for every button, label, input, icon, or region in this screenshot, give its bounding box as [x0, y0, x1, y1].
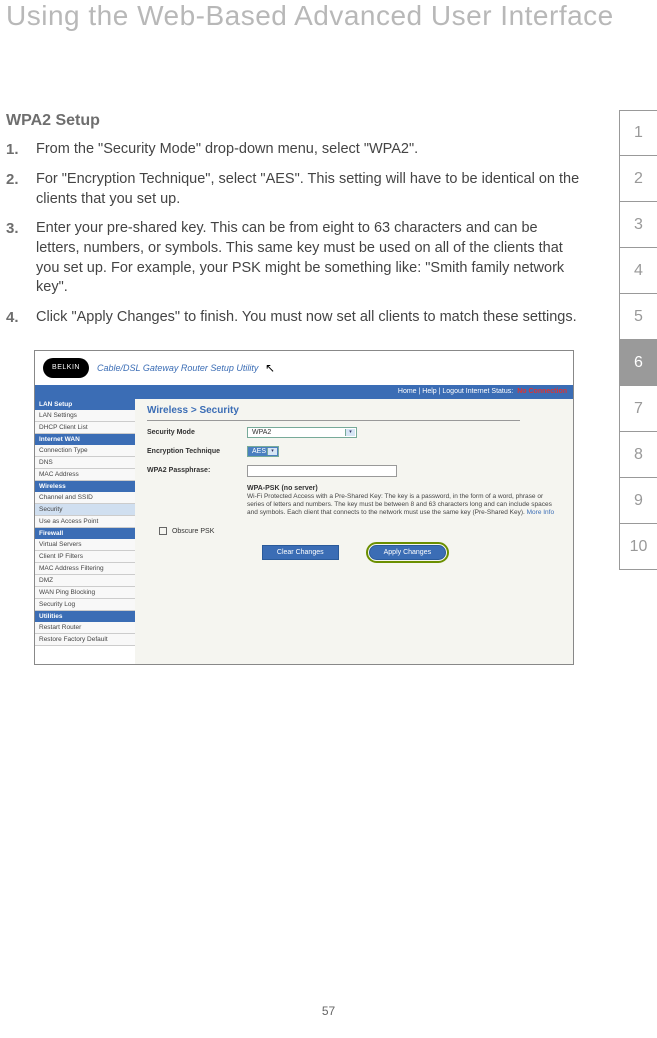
section-heading: WPA2 Setup [6, 112, 581, 130]
passphrase-input[interactable] [247, 465, 397, 477]
sb-item-security[interactable]: Security [35, 504, 135, 516]
apply-changes-button[interactable]: Apply Changes [369, 545, 446, 560]
content-area: WPA2 Setup 1. From the "Security Mode" d… [6, 112, 581, 665]
step-number: 1. [6, 140, 36, 160]
step-number: 2. [6, 170, 36, 209]
divider [147, 420, 520, 421]
sb-item[interactable]: Restart Router [35, 622, 135, 634]
chevron-down-icon: ▾ [345, 429, 355, 436]
sb-section-firewall: Firewall [35, 528, 135, 539]
clear-changes-button[interactable]: Clear Changes [262, 545, 339, 560]
sb-item[interactable]: DMZ [35, 575, 135, 587]
step-text: For "Encryption Technique", select "AES"… [36, 170, 581, 209]
sb-item[interactable]: MAC Address Filtering [35, 563, 135, 575]
step-number: 3. [6, 219, 36, 297]
tab-7[interactable]: 7 [619, 386, 657, 432]
sb-item[interactable]: Channel and SSID [35, 492, 135, 504]
tab-10[interactable]: 10 [619, 524, 657, 570]
step-text: From the "Security Mode" drop-down menu,… [36, 140, 581, 160]
obscure-psk-row: Obscure PSK [159, 527, 561, 535]
sb-item[interactable]: Client IP Filters [35, 551, 135, 563]
shot-topbar: Home | Help | Logout Internet Status: No… [35, 385, 573, 399]
chevron-down-icon: ▾ [267, 448, 277, 455]
sb-section-utilities: Utilities [35, 611, 135, 622]
obscure-checkbox[interactable] [159, 527, 167, 535]
security-mode-value: WPA2 [252, 429, 271, 436]
desc-body: Wi-Fi Protected Access with a Pre-Shared… [247, 493, 552, 516]
sb-section-wan: Internet WAN [35, 434, 135, 445]
encryption-label: Encryption Technique [147, 448, 247, 455]
internet-status: No Connection [517, 388, 567, 395]
sb-item[interactable]: WAN Ping Blocking [35, 587, 135, 599]
step-text: Click "Apply Changes" to finish. You mus… [36, 308, 581, 328]
encryption-select[interactable]: AES ▾ [247, 446, 279, 457]
wpa-description: WPA-PSK (no server) Wi-Fi Protected Acce… [247, 485, 561, 517]
step-number: 4. [6, 308, 36, 328]
sb-section-wireless: Wireless [35, 481, 135, 492]
sb-item[interactable]: LAN Settings [35, 410, 135, 422]
tab-5[interactable]: 5 [619, 294, 657, 340]
shot-header-text: Cable/DSL Gateway Router Setup Utility [97, 363, 258, 373]
cursor-icon: ↖ [265, 361, 275, 375]
sb-item[interactable]: DNS [35, 457, 135, 469]
sb-section-lan: LAN Setup [35, 399, 135, 410]
step-4: 4. Click "Apply Changes" to finish. You … [6, 308, 581, 328]
page-title: Using the Web-Based Advanced User Interf… [0, 0, 614, 32]
desc-title: WPA-PSK (no server) [247, 485, 561, 493]
section-tabs: 1 2 3 4 5 6 7 8 9 10 [619, 110, 657, 570]
passphrase-label: WPA2 Passphrase: [147, 467, 247, 474]
tab-4[interactable]: 4 [619, 248, 657, 294]
step-text: Enter your pre-shared key. This can be f… [36, 219, 581, 297]
shot-main: Wireless > Security Security Mode WPA2 ▾… [135, 399, 573, 664]
step-2: 2. For "Encryption Technique", select "A… [6, 170, 581, 209]
encryption-value: AES [252, 448, 266, 455]
tab-2[interactable]: 2 [619, 156, 657, 202]
step-3: 3. Enter your pre-shared key. This can b… [6, 219, 581, 297]
belkin-logo: BELKIN [43, 358, 89, 378]
sb-item[interactable]: MAC Address [35, 469, 135, 481]
topbar-links[interactable]: Home | Help | Logout Internet Status: [398, 388, 513, 395]
sb-item[interactable]: DHCP Client List [35, 422, 135, 434]
sb-item[interactable]: Restore Factory Default [35, 634, 135, 646]
tab-6[interactable]: 6 [619, 340, 657, 386]
sb-item[interactable]: Virtual Servers [35, 539, 135, 551]
sb-item[interactable]: Security Log [35, 599, 135, 611]
step-1: 1. From the "Security Mode" drop-down me… [6, 140, 581, 160]
tab-8[interactable]: 8 [619, 432, 657, 478]
more-info-link[interactable]: More Info [527, 509, 554, 516]
page-number: 57 [0, 1004, 657, 1018]
security-mode-select[interactable]: WPA2 ▾ [247, 427, 357, 438]
security-mode-label: Security Mode [147, 429, 247, 436]
tab-9[interactable]: 9 [619, 478, 657, 524]
tab-1[interactable]: 1 [619, 110, 657, 156]
router-screenshot: BELKIN Cable/DSL Gateway Router Setup Ut… [34, 350, 574, 665]
shot-sidebar: LAN Setup LAN Settings DHCP Client List … [35, 399, 135, 664]
breadcrumb: Wireless > Security [147, 405, 561, 416]
sb-item[interactable]: Use as Access Point [35, 516, 135, 528]
shot-header: BELKIN Cable/DSL Gateway Router Setup Ut… [35, 351, 573, 385]
obscure-label: Obscure PSK [172, 528, 214, 535]
tab-3[interactable]: 3 [619, 202, 657, 248]
sb-item[interactable]: Connection Type [35, 445, 135, 457]
